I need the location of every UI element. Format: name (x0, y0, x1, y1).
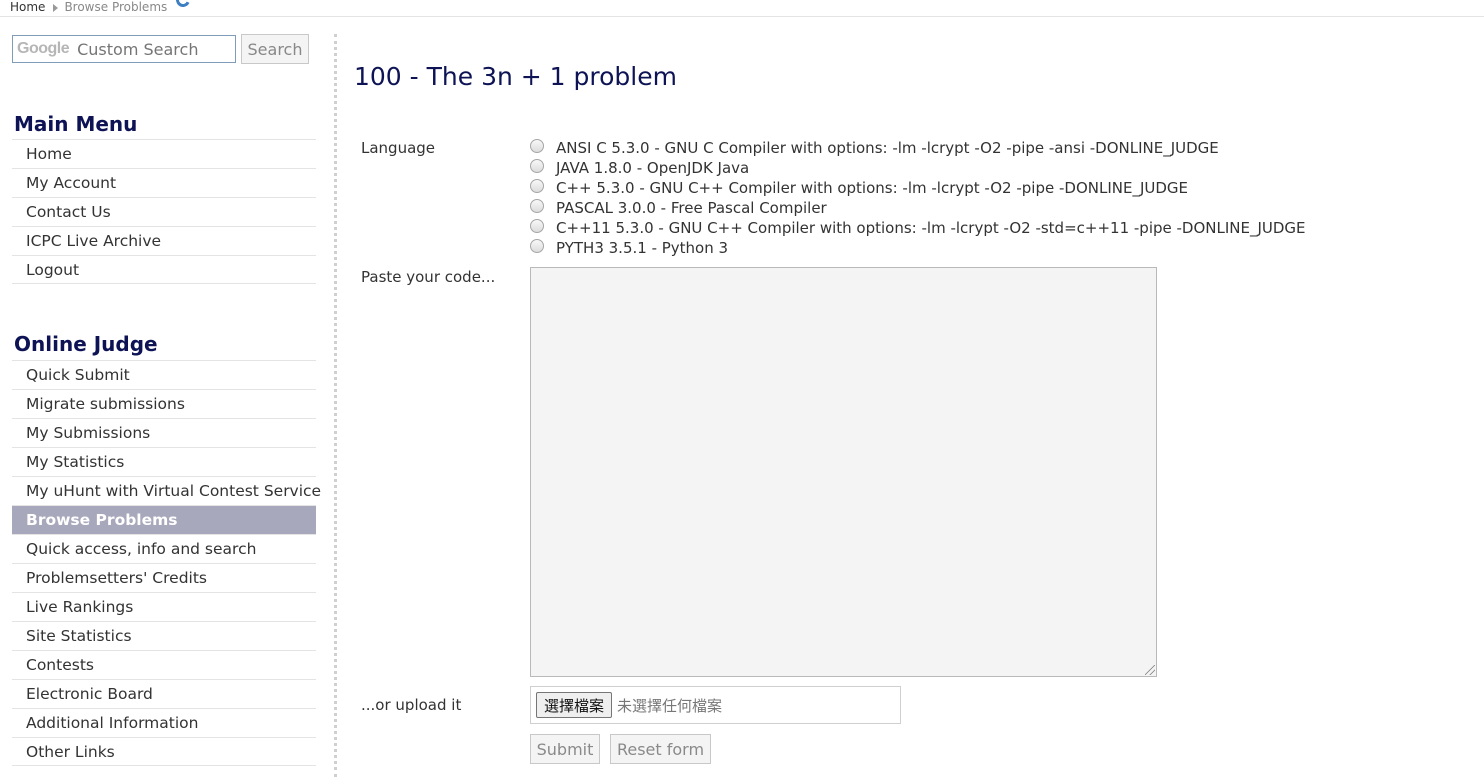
language-label: Language (361, 139, 436, 157)
online-judge-menu-list: Quick Submit Migrate submissions My Submis… (12, 360, 321, 766)
search-input[interactable]: Google Custom Search (12, 35, 236, 63)
menu-item-my-submissions[interactable]: My Submissions (12, 418, 316, 447)
menu-item-site-statistics[interactable]: Site Statistics (12, 621, 316, 650)
menu-item-quick-submit[interactable]: Quick Submit (12, 360, 316, 389)
google-logo: Google (17, 40, 70, 57)
language-option-label: C++ 5.3.0 - GNU C++ Compiler with option… (556, 179, 1188, 197)
language-option-label: PYTH3 3.5.1 - Python 3 (556, 239, 729, 257)
menu-item-contact-us[interactable]: Contact Us (12, 197, 316, 226)
breadcrumb-arrow-icon (53, 3, 59, 12)
choose-file-button[interactable]: 選擇檔案 (536, 692, 613, 718)
radio-button-icon[interactable] (530, 179, 544, 193)
breadcrumb-home-link[interactable]: Home (10, 0, 45, 15)
radio-button-icon[interactable] (530, 219, 544, 233)
language-option[interactable]: C++ 5.3.0 - GNU C++ Compiler with option… (530, 178, 1306, 198)
submit-button[interactable]: Submit (530, 734, 600, 764)
menu-item-logout[interactable]: Logout (12, 255, 316, 284)
language-option-label: ANSI C 5.3.0 - GNU C Compiler with optio… (556, 139, 1219, 157)
sidebar-divider (334, 34, 337, 777)
language-option[interactable]: ANSI C 5.3.0 - GNU C Compiler with optio… (530, 138, 1306, 158)
page-title: 100 - The 3n + 1 problem (354, 62, 677, 91)
radio-button-icon[interactable] (530, 139, 544, 153)
loading-spinner-icon (174, 0, 192, 9)
menu-item-my-account[interactable]: My Account (12, 168, 316, 197)
menu-item-icpc-live-archive[interactable]: ICPC Live Archive (12, 226, 316, 255)
code-textarea[interactable] (530, 267, 1157, 677)
main-menu-list: Home My Account Contact Us ICPC Live Archiv… (12, 139, 316, 284)
menu-item-problemsetters-credits[interactable]: Problemsetters' Credits (12, 563, 316, 592)
upload-label: ...or upload it (361, 696, 462, 714)
menu-item-migrate-submissions[interactable]: Migrate submissions (12, 389, 316, 418)
online-judge-title: Online Judge (14, 332, 158, 356)
breadcrumb-current: Browse Problems (64, 0, 168, 14)
main-menu-title: Main Menu (14, 112, 138, 136)
radio-button-icon[interactable] (530, 159, 544, 173)
radio-button-icon[interactable] (530, 199, 544, 213)
language-option-label: JAVA 1.8.0 - OpenJDK Java (556, 159, 750, 177)
menu-item-my-uhunt-with-virtual-contest-service[interactable]: My uHunt with Virtual Contest Service (12, 476, 321, 505)
breadcrumb-bar: Home Browse Problems (0, 0, 1484, 17)
language-option[interactable]: PASCAL 3.0.0 - Free Pascal Compiler (530, 198, 1306, 218)
menu-item-additional-information[interactable]: Additional Information (12, 708, 316, 737)
breadcrumb: Home Browse Problems (10, 0, 167, 15)
language-option-label: C++11 5.3.0 - GNU C++ Compiler with opti… (556, 219, 1306, 237)
search-button[interactable]: Search (241, 34, 309, 64)
menu-item-contests[interactable]: Contests (12, 650, 316, 679)
language-options: ANSI C 5.3.0 - GNU C Compiler with optio… (530, 138, 1306, 258)
menu-item-electronic-board[interactable]: Electronic Board (12, 679, 316, 708)
language-option[interactable]: PYTH3 3.5.1 - Python 3 (530, 238, 1306, 258)
menu-item-live-rankings[interactable]: Live Rankings (12, 592, 316, 621)
reset-form-button[interactable]: Reset form (610, 734, 711, 764)
menu-item-quick-access-info-and-search[interactable]: Quick access, info and search (12, 534, 316, 563)
menu-item-my-statistics[interactable]: My Statistics (12, 447, 316, 476)
search-placeholder: Custom Search (77, 39, 199, 59)
menu-item-other-links[interactable]: Other Links (12, 737, 316, 766)
no-file-text: 未選擇任何檔案 (617, 696, 723, 715)
language-option[interactable]: JAVA 1.8.0 - OpenJDK Java (530, 158, 1306, 178)
code-label: Paste your code... (361, 268, 496, 286)
menu-item-home[interactable]: Home (12, 139, 316, 168)
radio-button-icon[interactable] (530, 239, 544, 253)
menu-item-browse-problems[interactable]: Browse Problems (12, 505, 316, 534)
language-option[interactable]: C++11 5.3.0 - GNU C++ Compiler with opti… (530, 218, 1306, 238)
file-upload-input[interactable]: 選擇檔案 未選擇任何檔案 (530, 686, 901, 724)
language-option-label: PASCAL 3.0.0 - Free Pascal Compiler (556, 199, 827, 217)
